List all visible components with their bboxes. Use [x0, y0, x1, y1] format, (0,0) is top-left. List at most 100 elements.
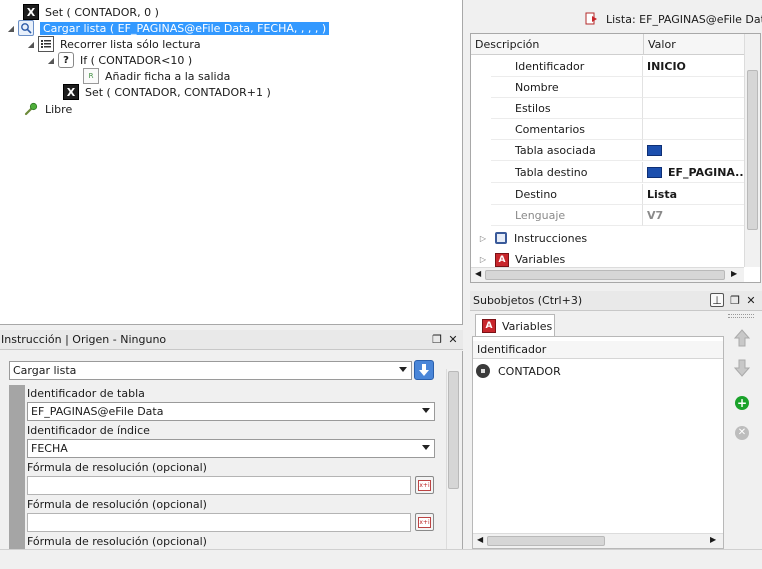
instruction-tree[interactable]: X Set ( CONTADOR, 0 ) ◢ Cargar lista ( E… — [0, 0, 463, 325]
property-row-comentarios[interactable]: Comentarios — [471, 119, 744, 140]
scroll-left-icon[interactable]: ◀ — [475, 269, 481, 278]
property-name: Estilos — [491, 98, 643, 119]
group-label: Instrucciones — [514, 231, 588, 245]
property-vscrollbar[interactable] — [744, 34, 760, 267]
variables-list-header: Identificador — [473, 341, 723, 359]
record-icon: R — [83, 68, 99, 84]
scroll-thumb[interactable] — [485, 270, 725, 280]
formula-input-2[interactable] — [27, 513, 411, 532]
property-value[interactable]: Lista — [643, 184, 744, 205]
formula-editor-button-2[interactable]: x+i — [415, 513, 434, 531]
arrow-down-icon — [419, 364, 429, 376]
arrow-down-icon — [734, 359, 750, 377]
column-divider — [643, 34, 644, 55]
scroll-right-icon[interactable]: ▶ — [731, 269, 737, 278]
set-icon: X — [23, 4, 39, 20]
property-name: Tabla asociada — [491, 140, 643, 161]
property-name: Nombre — [491, 77, 643, 98]
pin-icon[interactable]: ⊥ — [710, 293, 724, 307]
formula-icon: x+i — [418, 516, 431, 528]
expand-arrow-icon[interactable]: ▷ — [471, 234, 495, 243]
property-value[interactable] — [643, 98, 744, 119]
table-id-select[interactable]: EF_PAGINAS@eFile Data — [27, 402, 435, 421]
condition-icon: ? — [58, 52, 74, 68]
tree-node-label: Set ( CONTADOR, CONTADOR+1 ) — [85, 85, 271, 99]
table-id-label: Identificador de tabla — [27, 387, 145, 400]
variables-list[interactable]: Identificador CONTADOR ◀ ▶ — [472, 336, 724, 549]
move-up-button[interactable] — [732, 328, 752, 348]
add-button[interactable]: + — [732, 393, 752, 413]
tab-variables[interactable]: A Variables — [475, 314, 555, 337]
float-panel-icon[interactable]: ❐ — [728, 293, 742, 307]
instruction-panel-header: Instrucción | Origen - Ninguno ❐ ✕ — [0, 330, 463, 350]
property-row-tabla-destino[interactable]: Tabla destino EF_PAGINA... — [471, 162, 744, 183]
expand-arrow-icon[interactable]: ▷ — [471, 255, 495, 264]
tab-label: Variables — [502, 319, 553, 333]
remove-icon: ✕ — [735, 426, 749, 440]
grip-handle — [728, 314, 754, 318]
tree-node-anadir-ficha[interactable]: R Añadir ficha a la salida — [83, 68, 230, 84]
collapse-arrow-icon[interactable]: ◢ — [6, 24, 16, 33]
tree-node-libre[interactable]: Libre — [23, 101, 72, 117]
subobjects-panel-header: Subobjetos (Ctrl+3) ⊥ ❐ ✕ — [470, 291, 762, 311]
index-id-select[interactable]: FECHA — [27, 439, 435, 458]
list-item[interactable]: CONTADOR — [476, 362, 561, 380]
property-row-destino[interactable]: Destino Lista — [471, 184, 744, 205]
float-panel-icon[interactable]: ❐ — [430, 332, 444, 346]
scroll-thumb[interactable] — [747, 70, 758, 230]
property-grid-header: Descripción Valor — [471, 34, 744, 55]
variables-hscrollbar[interactable]: ◀ ▶ — [473, 533, 723, 548]
free-node-icon — [23, 101, 39, 117]
property-value[interactable]: EF_PAGINA... — [643, 162, 744, 183]
group-row-instrucciones[interactable]: ▷ Instrucciones — [471, 227, 744, 249]
property-value[interactable] — [643, 77, 744, 98]
property-value[interactable] — [643, 119, 744, 140]
scroll-right-icon[interactable]: ▶ — [710, 535, 716, 544]
instruction-panel-body: Cargar lista Identificador de tabla EF_P… — [0, 351, 463, 549]
tree-node-set-contador[interactable]: X Set ( CONTADOR, 0 ) — [23, 4, 159, 20]
property-row-estilos[interactable]: Estilos — [471, 98, 744, 119]
scroll-thumb[interactable] — [487, 536, 605, 546]
close-icon[interactable]: ✕ — [744, 293, 758, 307]
chevron-down-icon — [422, 408, 430, 413]
tree-node-label: Cargar lista ( EF_PAGINAS@eFile Data, FE… — [40, 21, 330, 35]
formula-label-1: Fórmula de resolución (opcional) — [27, 461, 207, 474]
delete-button[interactable]: ✕ — [732, 423, 752, 443]
property-value: V7 — [643, 205, 744, 226]
property-row-tabla-asociada[interactable]: Tabla asociada — [471, 140, 744, 161]
instruction-scrollbar[interactable] — [446, 369, 460, 549]
formula-label-3: Fórmula de resolución (opcional) — [27, 535, 207, 548]
tree-node-cargar-lista[interactable]: ◢ Cargar lista ( EF_PAGINAS@eFile Data, … — [6, 20, 330, 36]
scroll-gutter — [9, 385, 25, 549]
status-bar — [0, 549, 762, 569]
property-value[interactable]: INICIO — [643, 56, 744, 77]
collapse-arrow-icon[interactable]: ◢ — [46, 56, 56, 65]
scroll-left-icon[interactable]: ◀ — [477, 535, 483, 544]
column-value: Valor — [648, 38, 676, 51]
formula-editor-button-1[interactable]: x+i — [415, 476, 434, 494]
group-label: Variables — [515, 253, 566, 266]
scroll-thumb[interactable] — [448, 371, 459, 489]
property-row-nombre[interactable]: Nombre — [471, 77, 744, 98]
property-row-lenguaje[interactable]: Lenguaje V7 — [471, 205, 744, 226]
property-row-identificador[interactable]: Identificador INICIO — [471, 56, 744, 77]
property-grid[interactable]: Descripción Valor Identificador INICIO N… — [470, 33, 761, 283]
close-icon[interactable]: ✕ — [446, 332, 460, 346]
command-select[interactable]: Cargar lista — [9, 361, 412, 380]
property-hscrollbar[interactable]: ◀ ▶ — [471, 267, 744, 282]
tree-node-if[interactable]: ◢ ? If ( CONTADOR<10 ) — [46, 52, 192, 68]
property-value-text: EF_PAGINA... — [668, 165, 744, 179]
property-name: Comentarios — [491, 119, 643, 140]
property-name: Destino — [491, 184, 643, 205]
collapse-arrow-icon[interactable]: ◢ — [26, 40, 36, 49]
formula-input-1[interactable] — [27, 476, 411, 495]
list-caption-bar: Lista: EF_PAGINAS@eFile Data — [470, 10, 762, 30]
instructions-icon — [495, 232, 507, 244]
search-list-icon — [18, 20, 34, 36]
tree-node-recorrer-lista[interactable]: ◢ Recorrer lista sólo lectura — [26, 36, 201, 52]
tree-node-set-increment[interactable]: X Set ( CONTADOR, CONTADOR+1 ) — [63, 84, 271, 100]
property-value[interactable] — [643, 140, 744, 161]
list-exit-icon — [584, 11, 600, 27]
help-arrow-button[interactable] — [414, 360, 434, 380]
move-down-button[interactable] — [732, 358, 752, 378]
